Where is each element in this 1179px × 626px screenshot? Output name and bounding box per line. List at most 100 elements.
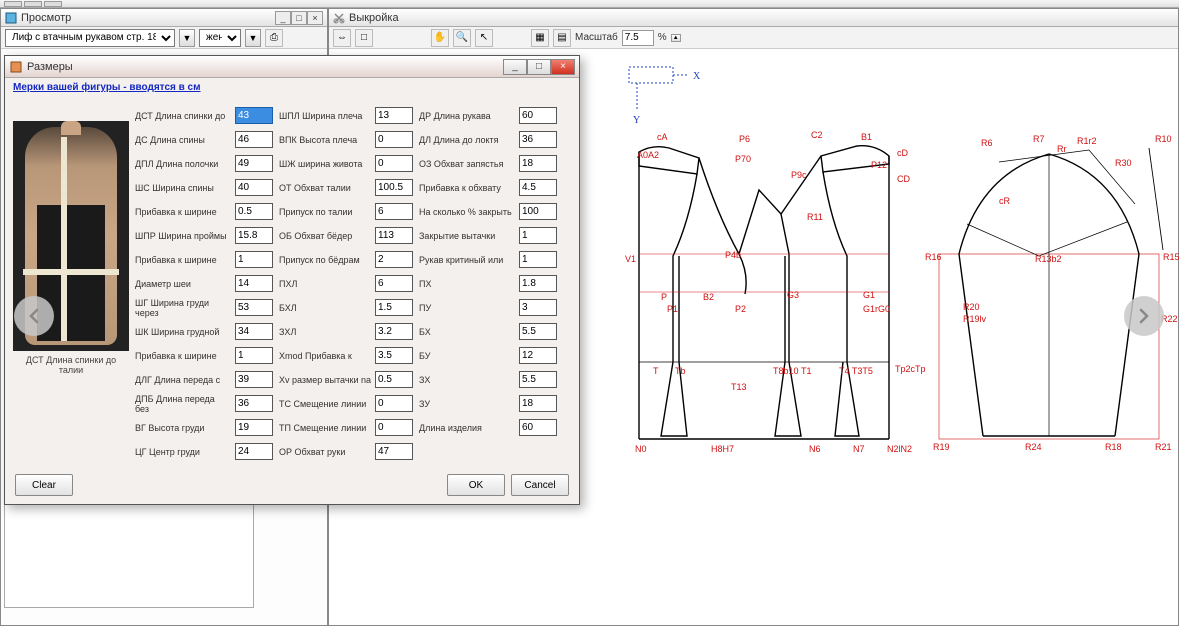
field-label: ОЗ Обхват запястья [419, 159, 503, 169]
measure-input[interactable] [519, 395, 557, 412]
chevron-right-icon [1136, 308, 1152, 324]
measure-input[interactable] [375, 275, 413, 292]
field-label: ШС Ширина спины [135, 183, 214, 193]
scale-label: Масштаб [575, 32, 618, 43]
grid-tool-icon[interactable]: ▤ [553, 29, 571, 47]
svg-text:N6: N6 [809, 444, 821, 454]
field-label: На сколько % закрыть [419, 207, 512, 217]
svg-text:P2: P2 [735, 304, 746, 314]
measure-input[interactable] [235, 419, 273, 436]
max-btn[interactable]: □ [291, 11, 307, 25]
pointer-tool-icon[interactable]: ↖ [475, 29, 493, 47]
measure-input[interactable] [235, 443, 273, 460]
measure-input[interactable] [519, 371, 557, 388]
measure-input[interactable] [519, 419, 557, 436]
measure-input[interactable] [235, 275, 273, 292]
dialog-icon [9, 60, 23, 74]
measure-input[interactable] [519, 107, 557, 124]
tool-icon[interactable]: ⎙ [265, 29, 283, 47]
carousel-next-btn[interactable] [1124, 296, 1164, 336]
svg-text:cD: cD [897, 148, 909, 158]
measure-input[interactable] [519, 179, 557, 196]
measure-input[interactable] [235, 227, 273, 244]
svg-text:R13b2: R13b2 [1035, 254, 1062, 264]
svg-text:N0: N0 [635, 444, 647, 454]
svg-text:P1: P1 [667, 304, 678, 314]
grid-tool-icon[interactable]: ▦ [531, 29, 549, 47]
measure-input[interactable] [235, 323, 273, 340]
svg-text:R19: R19 [933, 442, 950, 452]
dialog-titlebar[interactable]: Размеры _ □ × [5, 56, 579, 78]
pattern-header: Выкройка [329, 9, 1178, 27]
carousel-prev-btn[interactable] [14, 296, 54, 336]
scale-unit: % [658, 32, 667, 43]
measure-input[interactable] [375, 347, 413, 364]
measure-input[interactable] [375, 227, 413, 244]
pattern-select[interactable]: Лиф с втачным рукавом стр. 181-225 [5, 29, 175, 47]
measure-input[interactable] [375, 107, 413, 124]
tb-btn[interactable] [4, 1, 22, 7]
measure-input[interactable] [235, 347, 273, 364]
svg-text:R16: R16 [925, 252, 942, 262]
svg-text:P: P [661, 292, 667, 302]
measure-input[interactable] [235, 251, 273, 268]
measure-input[interactable] [375, 251, 413, 268]
measure-input[interactable] [519, 203, 557, 220]
clear-button[interactable]: Clear [15, 474, 73, 496]
measure-input[interactable] [519, 347, 557, 364]
field-label: Закрытие вытачки [419, 231, 495, 241]
dialog-min-btn[interactable]: _ [503, 59, 527, 75]
measure-input[interactable] [375, 419, 413, 436]
measure-input[interactable] [375, 155, 413, 172]
measure-input[interactable] [235, 131, 273, 148]
measure-input[interactable] [375, 323, 413, 340]
nav-tool-icon[interactable]: ⇔ [333, 29, 351, 47]
measure-input[interactable] [375, 371, 413, 388]
dialog-close-btn[interactable]: × [551, 59, 575, 75]
field-label: Диаметр шеи [135, 279, 191, 289]
measure-input[interactable] [235, 155, 273, 172]
svg-text:R21: R21 [1155, 442, 1172, 452]
measure-input[interactable] [235, 179, 273, 196]
measure-input[interactable] [375, 299, 413, 316]
zoom-tool-icon[interactable]: 🔍 [453, 29, 471, 47]
min-btn[interactable]: _ [275, 11, 291, 25]
nav-tool-icon[interactable]: □ [355, 29, 373, 47]
svg-text:R15: R15 [1163, 252, 1179, 262]
dialog-max-btn[interactable]: □ [527, 59, 551, 75]
gender-select[interactable]: жен [199, 29, 241, 47]
scale-up-btn[interactable]: ▲ [671, 34, 681, 42]
measure-input[interactable] [375, 395, 413, 412]
measure-input[interactable] [235, 299, 273, 316]
tb-btn[interactable] [24, 1, 42, 7]
measure-input[interactable] [375, 443, 413, 460]
measure-input[interactable] [235, 395, 273, 412]
measure-input[interactable] [519, 251, 557, 268]
svg-text:T: T [653, 366, 659, 376]
scale-input[interactable] [622, 30, 654, 46]
field-label: ШПЛ Ширина плеча [279, 111, 362, 121]
tb-btn[interactable] [44, 1, 62, 7]
cancel-button[interactable]: Cancel [511, 474, 569, 496]
measure-input[interactable] [235, 371, 273, 388]
measure-input[interactable] [519, 299, 557, 316]
close-btn[interactable]: × [307, 11, 323, 25]
dialog-hint-link[interactable]: Мерки вашей фигуры - вводятся в см [13, 82, 571, 93]
measure-input[interactable] [519, 275, 557, 292]
hand-tool-icon[interactable]: ✋ [431, 29, 449, 47]
measure-input[interactable] [519, 323, 557, 340]
svg-text:A0A2: A0A2 [637, 150, 659, 160]
measure-input[interactable] [235, 203, 273, 220]
measure-input[interactable] [375, 131, 413, 148]
prev-pattern-btn[interactable]: ▼ [179, 29, 195, 47]
measure-input[interactable] [519, 227, 557, 244]
measure-input[interactable] [375, 203, 413, 220]
measure-input[interactable] [375, 179, 413, 196]
gender-arrow-btn[interactable]: ▼ [245, 29, 261, 47]
measure-input[interactable] [235, 107, 273, 124]
measure-input[interactable] [519, 131, 557, 148]
ok-button[interactable]: OK [447, 474, 505, 496]
measure-input[interactable] [519, 155, 557, 172]
chevron-left-icon [26, 308, 42, 324]
svg-text:T13: T13 [731, 382, 747, 392]
